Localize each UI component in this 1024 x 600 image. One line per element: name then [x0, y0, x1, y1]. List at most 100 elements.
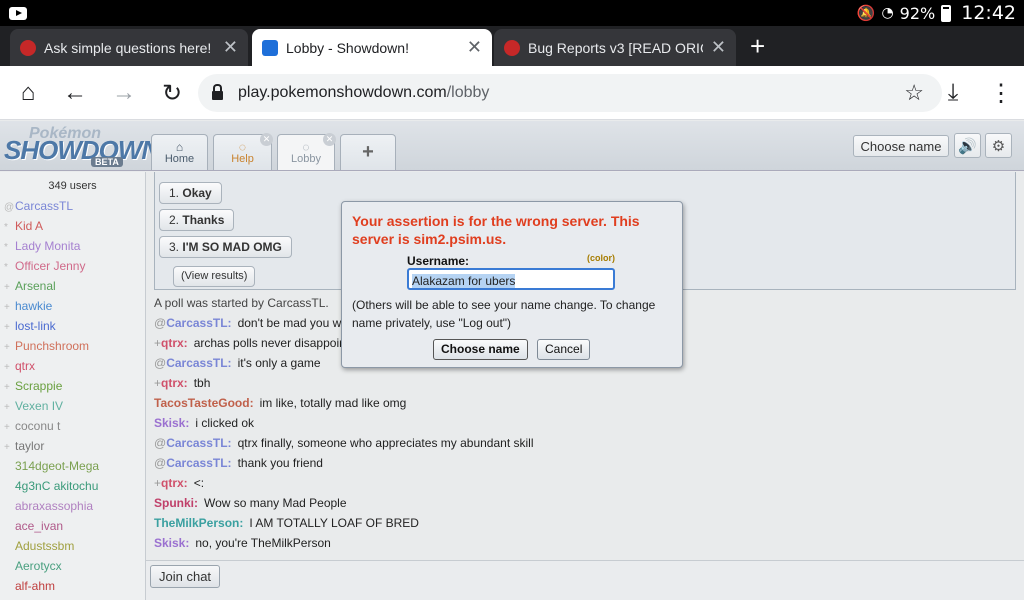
user-name: Scrappie — [15, 379, 63, 393]
chat-message: @CarcassTL: qtrx finally, someone who app… — [154, 436, 534, 450]
choose-name-button[interactable]: Choose name — [853, 135, 949, 157]
battery-percent: 92% — [899, 3, 936, 23]
close-tab-icon[interactable]: ✕ — [260, 133, 273, 146]
tab-lobby[interactable]: ◌ Lobby ✕ — [277, 133, 336, 170]
close-tab-icon[interactable]: ✕ — [711, 37, 726, 58]
user-list-item[interactable]: alf-ahm — [0, 576, 145, 596]
user-name: CarcassTL — [15, 199, 74, 213]
showdown-logo[interactable]: Pokémon SHOWDOWN! BETA — [3, 124, 168, 168]
browser-tab-ask-questions[interactable]: Ask simple questions here! [RE ✕ — [10, 29, 248, 66]
user-name: Adustssbm — [15, 539, 75, 553]
user-list-item[interactable]: + Punchshroom — [0, 336, 145, 356]
sound-icon[interactable]: 🔊 — [954, 133, 981, 158]
address-bar[interactable]: play.pokemonshowdown.com/lobby ☆ — [198, 74, 942, 112]
user-name: 314dgeot-Mega — [15, 459, 100, 473]
message-author[interactable]: TacosTasteGood: — [154, 396, 254, 410]
tab-help[interactable]: ◌ Help ✕ — [213, 133, 273, 170]
user-list-item[interactable]: + hawkie — [0, 296, 145, 316]
message-author[interactable]: Skisk: — [154, 536, 189, 550]
user-rank: + — [4, 442, 10, 453]
user-list-item[interactable]: * Lady Monita — [0, 236, 145, 256]
download-icon[interactable]: ⤓ — [939, 79, 967, 107]
battery-icon — [941, 4, 952, 22]
user-name: coconu t — [15, 419, 61, 433]
lock-icon — [212, 84, 223, 100]
user-list-item[interactable]: + qtrx — [0, 356, 145, 376]
user-list-item[interactable]: + Scrappie — [0, 376, 145, 396]
reload-icon[interactable]: ↻ — [158, 79, 186, 107]
new-tab-button[interactable]: + — [750, 33, 765, 59]
username-input[interactable]: Alakazam for ubers — [407, 268, 615, 290]
home-icon[interactable]: ⌂ — [14, 79, 42, 107]
choose-name-submit-button[interactable]: Choose name — [433, 339, 528, 360]
user-list-item[interactable]: Adustssbm — [0, 536, 145, 556]
chat-message: Skisk: no, you're TheMilkPerson — [154, 536, 331, 550]
browser-tab-strip: Ask simple questions here! [RE ✕ Lobby -… — [0, 26, 1024, 66]
back-arrow-icon[interactable]: ← — [61, 79, 89, 107]
user-list-item[interactable]: * Officer Jenny — [0, 256, 145, 276]
rename-popup: Your assertion is for the wrong server. … — [341, 201, 683, 368]
message-rank: @ — [154, 316, 167, 330]
message-text: no, you're TheMilkPerson — [195, 536, 331, 550]
user-list-item[interactable]: 4g3nC akitochu — [0, 476, 145, 496]
message-author[interactable]: TheMilkPerson: — [154, 516, 243, 530]
browser-tab-lobby[interactable]: Lobby - Showdown! ✕ — [252, 29, 492, 66]
user-rank: + — [4, 302, 10, 313]
poll-option-button[interactable]: 1. Okay — [159, 182, 222, 204]
message-author[interactable]: qtrx: — [161, 376, 188, 390]
user-list-item[interactable]: + Vexen IV — [0, 396, 145, 416]
view-results-button[interactable]: (View results) — [173, 266, 256, 287]
user-list-item[interactable]: ace_ivan — [0, 516, 145, 536]
browser-toolbar: ⌂ ← → ↻ play.pokemonshowdown.com/lobby ☆… — [0, 66, 1024, 120]
youtube-notification-icon — [9, 7, 27, 20]
home-icon: ⌂ — [175, 139, 184, 154]
user-list-item[interactable]: + lost-link — [0, 316, 145, 336]
more-menu-icon[interactable]: ⋮ — [987, 79, 1015, 107]
new-room-tab-button[interactable]: + — [340, 134, 396, 170]
mute-icon: 🔕 — [856, 4, 876, 22]
chat-message: @CarcassTL: it's only a game — [154, 356, 321, 370]
user-list-item[interactable]: abraxassophia — [0, 496, 145, 516]
chat-message: +qtrx: <: — [154, 476, 204, 490]
bookmark-star-icon[interactable]: ☆ — [904, 80, 924, 106]
user-list-item[interactable]: 314dgeot-Mega — [0, 456, 145, 476]
message-author[interactable]: Spunki: — [154, 496, 198, 510]
poll-option-button[interactable]: 2. Thanks — [159, 209, 235, 231]
message-author[interactable]: qtrx: — [161, 476, 188, 490]
close-tab-icon[interactable]: ✕ — [323, 133, 336, 146]
forward-arrow-icon[interactable]: → — [110, 79, 138, 107]
message-rank: @ — [154, 456, 167, 470]
poll-option-button[interactable]: 3. I'M SO MAD OMG — [159, 236, 292, 258]
status-right: 🔕 ◔ 92% 12:42 — [857, 0, 1016, 26]
message-author[interactable]: CarcassTL: — [166, 316, 231, 330]
tab-home[interactable]: ⌂ Home — [151, 134, 208, 170]
user-list-item[interactable]: * Kid A — [0, 216, 145, 236]
message-author[interactable]: CarcassTL: — [166, 436, 231, 450]
close-tab-icon[interactable]: ✕ — [467, 37, 482, 58]
user-name: hawkie — [15, 299, 53, 313]
cancel-button[interactable]: Cancel — [537, 339, 591, 360]
user-name: 4g3nC akitochu — [15, 479, 99, 493]
message-text: im like, totally mad like omg — [259, 396, 407, 410]
tab-title: Lobby - Showdown! — [286, 39, 409, 56]
user-list-item[interactable]: + taylor — [0, 436, 145, 456]
user-list-item[interactable]: @CarcassTL — [0, 196, 145, 216]
message-text: i clicked ok — [195, 416, 255, 430]
user-name: Officer Jenny — [15, 259, 86, 273]
message-author[interactable]: CarcassTL: — [166, 456, 231, 470]
user-list-item[interactable]: + Arsenal — [0, 276, 145, 296]
browser-tab-bug-reports[interactable]: Bug Reports v3 [READ ORIGIN ✕ — [494, 29, 736, 66]
message-author[interactable]: qtrx: — [161, 336, 188, 350]
join-chat-button[interactable]: Join chat — [150, 565, 221, 588]
close-tab-icon[interactable]: ✕ — [223, 37, 238, 58]
user-name: taylor — [15, 439, 45, 453]
message-author[interactable]: Skisk: — [154, 416, 189, 430]
clock: 12:42 — [961, 2, 1016, 24]
color-link[interactable]: (color) — [587, 253, 615, 263]
tab-title: Bug Reports v3 [READ ORIGIN — [528, 39, 703, 56]
user-name: ace_ivan — [15, 519, 64, 533]
message-author[interactable]: CarcassTL: — [166, 356, 231, 370]
gear-icon[interactable]: ⚙ — [985, 133, 1012, 158]
user-list-item[interactable]: Aerotycx — [0, 556, 145, 576]
user-list-item[interactable]: + coconu t — [0, 416, 145, 436]
